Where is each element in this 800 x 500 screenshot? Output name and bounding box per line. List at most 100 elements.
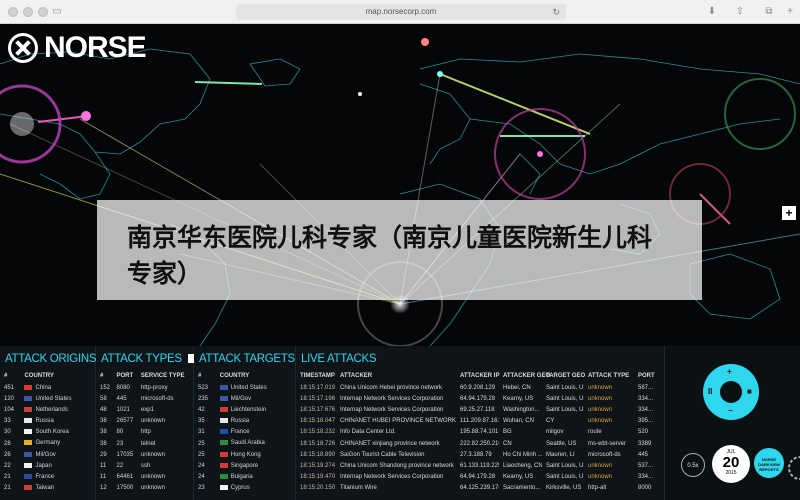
close-window-button[interactable]: [8, 7, 18, 17]
table-row[interactable]: 18:15:20.150 Titanium Wire 64.125.239.178 S…: [296, 483, 665, 494]
port-cell: 587...: [638, 384, 654, 391]
attacker-cell: SaiGon Tourist Cable Television: [340, 451, 425, 458]
country-name: France: [35, 474, 55, 481]
attacker-ip-cell: 195.88.74.101: [460, 429, 499, 436]
attack-types-panel: Attack Types # PORT SERVICE TYPE 152 8080…: [96, 346, 197, 500]
table-row[interactable]: 38 80 http: [96, 427, 193, 438]
speed-down-icon[interactable]: −: [728, 406, 733, 415]
minimize-window-button[interactable]: [23, 7, 33, 17]
table-row[interactable]: 24 Singapore: [194, 460, 295, 471]
table-row[interactable]: 33 Russia: [0, 416, 95, 427]
tabs-icon[interactable]: ⧉: [762, 5, 776, 19]
country-cell: Taiwan: [20, 483, 95, 494]
table-row[interactable]: 11 64461 unknown: [96, 472, 193, 483]
table-row[interactable]: 18:15:18.232 Info Data Center Ltd. 195.88.…: [296, 427, 665, 438]
table-row[interactable]: 18:15:18.890 SaiGon Tourist Cable Televis…: [296, 449, 665, 460]
attack-count: 11: [100, 462, 107, 469]
table-row[interactable]: 152 8080 http-proxy: [96, 382, 193, 393]
table-row[interactable]: 18:15:17.019 China Unicom Hebei province …: [296, 382, 665, 393]
timestamp-cell: 18:15:17.196: [300, 395, 336, 402]
attack-count: 21: [4, 485, 11, 492]
attack-count: 28: [4, 440, 11, 447]
table-row[interactable]: 48 1021 exp1: [96, 404, 193, 415]
attack-types-table: # PORT SERVICE TYPE 152 8080 http-proxy 58 4…: [96, 370, 193, 494]
live-attacks-title: Live Attacks: [301, 353, 377, 365]
speed-up-icon[interactable]: +: [727, 367, 732, 376]
norse-logo[interactable]: NORSE: [8, 31, 147, 64]
flag-icon: [219, 485, 228, 491]
table-row[interactable]: 23 Cyprus: [194, 483, 295, 494]
table-row[interactable]: 29 17035 unknown: [96, 449, 193, 460]
attacker-ip-cell: 27.3.188.79: [460, 451, 492, 458]
table-row[interactable]: 25 Hong Kong: [194, 449, 295, 460]
table-row[interactable]: 120 United States: [0, 393, 95, 404]
table-row[interactable]: 523 United States: [194, 382, 295, 393]
reload-icon[interactable]: ↻: [552, 4, 560, 20]
port-cell: 395...: [638, 418, 654, 425]
attacker-cell: Internap Network Services Corporation: [340, 406, 444, 413]
table-row[interactable]: 38 26577 unknown: [96, 416, 193, 427]
speed-indicator[interactable]: 0.5x: [681, 453, 705, 477]
darkview-reports-badge[interactable]: NORSE DARKVIEW REPORTS: [754, 448, 784, 478]
attacker-ip-cell: 64.125.239.178: [460, 485, 499, 492]
table-row[interactable]: 235 Mil/Gov: [194, 393, 295, 404]
table-row[interactable]: 451 China: [0, 382, 95, 393]
attack-count: 12: [100, 485, 107, 492]
table-row[interactable]: 31 France: [194, 427, 295, 438]
table-row[interactable]: 104 Netherlands: [0, 404, 95, 415]
table-row[interactable]: 12 17500 unknown: [96, 483, 193, 494]
country-name: United States: [35, 395, 72, 402]
new-tab-icon[interactable]: +: [784, 5, 796, 19]
table-row[interactable]: 18:15:19.470 Internap Network Services Co…: [296, 472, 665, 483]
norse-logo-icon: [8, 33, 38, 63]
country-name: Bulgaria: [230, 474, 253, 481]
download-icon[interactable]: ⬇: [705, 5, 719, 19]
table-row[interactable]: 18:15:17.196 Internap Network Services Co…: [296, 393, 665, 404]
table-row[interactable]: 26 Mil/Gov: [0, 449, 95, 460]
table-row[interactable]: 58 445 microsoft-ds: [96, 393, 193, 404]
address-bar[interactable]: map.norsecorp.com ↻: [236, 4, 566, 20]
stop-icon[interactable]: ■: [747, 387, 752, 396]
attacker-ip-cell: 111.209.87.161: [460, 418, 499, 425]
attacker-ip-cell: 69.25.27.118: [460, 406, 495, 413]
flag-icon: [24, 462, 33, 468]
table-row[interactable]: 38 23 telnet: [96, 438, 193, 449]
attack-count: 21: [4, 474, 11, 481]
table-row[interactable]: 22 Japan: [0, 460, 95, 471]
table-row[interactable]: 25 Saudi Arabia: [194, 438, 295, 449]
table-row[interactable]: 35 Russia: [194, 416, 295, 427]
table-row[interactable]: 11 22 ssh: [96, 460, 193, 471]
zoom-window-button[interactable]: [38, 7, 48, 17]
attack-count: 31: [198, 429, 205, 436]
table-row[interactable]: 42 Liechtenstein: [194, 404, 295, 415]
pause-icon[interactable]: II: [708, 387, 712, 396]
table-row[interactable]: 21 France: [0, 472, 95, 483]
table-row[interactable]: 30 South Korea: [0, 427, 95, 438]
country-cell: France: [216, 427, 295, 438]
table-row[interactable]: 18:15:17.676 Internap Network Services Co…: [296, 404, 665, 415]
attacker-geo-cell: Kearny, US: [503, 474, 534, 481]
sidebar-icon[interactable]: ▭: [50, 5, 64, 19]
share-icon[interactable]: ⇧: [733, 5, 747, 19]
port-cell: 1021: [116, 406, 130, 413]
attack-count: 25: [198, 440, 205, 447]
playback-dpad[interactable]: + − II ■: [703, 364, 759, 420]
target-geo-cell: Saint Louis, US: [546, 474, 584, 481]
port-cell: 334...: [638, 406, 654, 413]
table-row[interactable]: 18:15:18.047 CHINANET HUBEI PROVINCE NETW…: [296, 416, 665, 427]
attack-count: 48: [100, 406, 107, 413]
table-row[interactable]: 18:15:18.726 CHINANET xinjiang province n…: [296, 438, 665, 449]
table-row[interactable]: 18:15:19.274 China Unicom Shandong provin…: [296, 460, 665, 471]
column-header: ATTACK TYPE: [588, 373, 630, 379]
spinner-icon: [788, 456, 800, 480]
table-row[interactable]: 28 Germany: [0, 438, 95, 449]
table-row[interactable]: 24 Bulgaria: [194, 472, 295, 483]
flag-icon: [24, 474, 33, 480]
attack-type-cell: route: [588, 429, 602, 436]
attacker-geo-cell: CN: [503, 440, 512, 447]
table-row[interactable]: 21 Taiwan: [0, 483, 95, 494]
country-name: Taiwan: [35, 485, 55, 492]
timestamp-cell: 18:15:19.470: [300, 474, 336, 481]
target-geo-cell: Saint Louis, US: [546, 384, 584, 391]
zoom-in-button[interactable]: +: [782, 206, 796, 220]
